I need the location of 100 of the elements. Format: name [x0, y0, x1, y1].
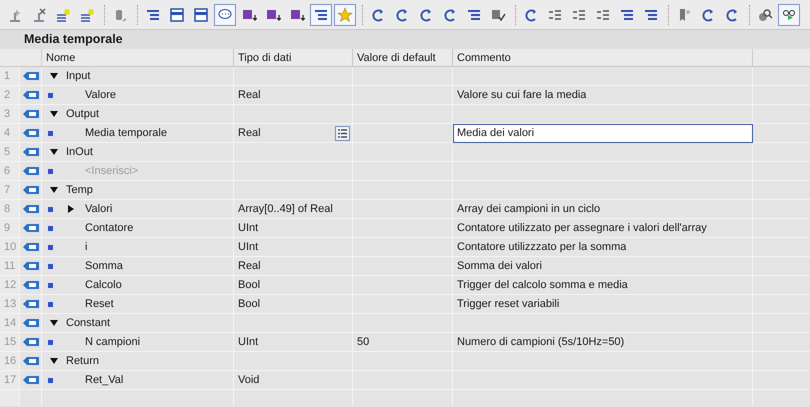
column-header[interactable]: Tipo di dati	[234, 49, 353, 66]
collapse-triangle-icon[interactable]	[50, 320, 58, 326]
table-row[interactable]: 11 Somma Real Somma dei valori	[0, 257, 810, 276]
editor-title: Media temporale	[0, 30, 810, 49]
collapse-triangle-icon[interactable]	[50, 111, 58, 117]
panel-icon	[193, 6, 209, 22]
interface-tag-icon	[22, 147, 38, 157]
row-number: 10	[0, 238, 20, 256]
interface-tag-icon	[22, 128, 38, 138]
data-type: Array[0..49] of Real	[238, 202, 333, 216]
interface-tag-icon	[22, 318, 38, 328]
variable-marker-icon	[48, 340, 53, 345]
toolbar-button[interactable]	[310, 4, 332, 26]
table-row[interactable]: 4 Media temporale Real Media dei valori	[0, 124, 810, 143]
variable-name: Contatore	[85, 221, 134, 236]
table-row[interactable]: 5 InOut	[0, 143, 810, 162]
section-name: Return	[66, 354, 100, 369]
collapse-triangle-icon[interactable]	[50, 187, 58, 193]
data-type: Real	[238, 126, 261, 140]
section-name: InOut	[66, 145, 93, 160]
column-header[interactable]: Valore di default	[353, 49, 453, 66]
interface-tag-icon	[22, 299, 38, 309]
comment-text: Somma dei valori	[457, 260, 542, 272]
section-name: Constant	[66, 316, 110, 331]
row-number: 5	[0, 143, 20, 161]
toolbar-button[interactable]	[214, 4, 236, 26]
data-type: Void	[238, 372, 260, 388]
variable-marker-icon	[48, 245, 53, 250]
curved-arrow-icon	[724, 6, 740, 22]
comment-field[interactable]: Media dei valori	[453, 124, 753, 143]
type-list-button[interactable]	[335, 126, 350, 140]
variable-marker-icon	[48, 93, 53, 98]
collapse-triangle-icon[interactable]	[50, 358, 58, 364]
toolbar-button[interactable]	[778, 4, 800, 26]
row-number: 6	[0, 162, 20, 180]
row-number: 2	[0, 86, 20, 104]
data-type: Bool	[238, 278, 260, 292]
comment-text: Trigger del calcolo somma e media	[457, 279, 628, 291]
row-number: 14	[0, 314, 20, 332]
curved-arrow-icon	[442, 6, 458, 22]
table-row[interactable]: 14 Constant	[0, 314, 810, 333]
variable-marker-icon	[48, 131, 53, 136]
variable-name: i	[85, 240, 88, 255]
variable-name: Media temporale	[85, 126, 167, 141]
data-type: Real	[238, 258, 261, 274]
interface-tag-icon	[22, 261, 38, 271]
collapse-triangle-icon[interactable]	[50, 73, 58, 79]
data-type: UInt	[238, 240, 258, 254]
default-value: 50	[357, 336, 370, 348]
comment-text: Contatore utilizzzato per la somma	[457, 241, 626, 253]
data-type: UInt	[238, 220, 258, 236]
data-type: UInt	[238, 334, 258, 350]
curved-arrow-icon	[523, 6, 539, 22]
table-row[interactable]: 2 Valore Real Valore su cui fare la media	[0, 86, 810, 105]
column-header[interactable]: Commento	[453, 49, 753, 66]
row-number: 12	[0, 276, 20, 294]
comment-text: Contatore utilizzato per assegnare i valori dell'array	[457, 222, 707, 234]
cross-icon	[31, 6, 47, 22]
table-row[interactable]: 10 i UInt Contatore utilizzzato per la somma	[0, 238, 810, 257]
row-number: 15	[0, 333, 20, 351]
table-row[interactable]: 9 Contatore UInt Contatore utilizzato per assegnare i valori dell'array	[0, 219, 810, 238]
section-name: Input	[66, 69, 90, 84]
curved-arrow-icon	[700, 6, 716, 22]
variable-name: Valore	[85, 88, 116, 103]
magnifier-icon	[757, 6, 773, 22]
table-row[interactable]: 12 Calcolo Bool Trigger del calcolo somma e media	[0, 276, 810, 295]
comment-text: Valore su cui fare la media	[457, 89, 586, 101]
table-row[interactable]: 16 Return	[0, 352, 810, 371]
table-row[interactable]: 17 Ret_Val Void	[0, 371, 810, 390]
interface-tag-icon	[22, 185, 38, 195]
comment-text: Trigger reset variabili	[457, 298, 560, 310]
table-row[interactable]: 1 Input	[0, 67, 810, 86]
interface-tag-icon	[22, 71, 38, 81]
column-header[interactable]: Nome	[42, 49, 234, 66]
variable-marker-icon	[48, 378, 53, 383]
variable-marker-icon	[48, 264, 53, 269]
interface-tag-icon	[22, 90, 38, 100]
expand-triangle-icon[interactable]	[68, 205, 74, 213]
interface-tag-icon	[22, 166, 38, 176]
interface-tag-icon	[22, 242, 38, 252]
row-number: 16	[0, 352, 20, 370]
row-number: 4	[0, 124, 20, 142]
collapse-triangle-icon[interactable]	[50, 149, 58, 155]
data-type: Real	[238, 88, 261, 102]
variable-marker-icon	[48, 207, 53, 212]
table-row[interactable]: 8 Valori Array[0..49] of Real Array dei campioni in un ciclo	[0, 200, 810, 219]
curved-arrow-icon	[370, 6, 386, 22]
variable-name: Ret_Val	[85, 373, 124, 388]
variable-name: Reset	[85, 297, 114, 312]
interface-tag-icon	[22, 223, 38, 233]
table-row[interactable]: 7 Temp	[0, 181, 810, 200]
interface-tag-icon	[22, 375, 38, 385]
data-type: Bool	[238, 296, 260, 312]
variable-name: Somma	[85, 259, 123, 274]
table-row[interactable]: 13 Reset Bool Trigger reset variabili	[0, 295, 810, 314]
panel-icon	[169, 6, 185, 22]
table-row[interactable]: 15 N campioni UInt 50 Numero di campioni (5s/10Hz=50)	[0, 333, 810, 352]
section-name: Temp	[66, 183, 93, 198]
row-number: 17	[0, 371, 20, 389]
interface-tag-icon	[22, 204, 38, 214]
